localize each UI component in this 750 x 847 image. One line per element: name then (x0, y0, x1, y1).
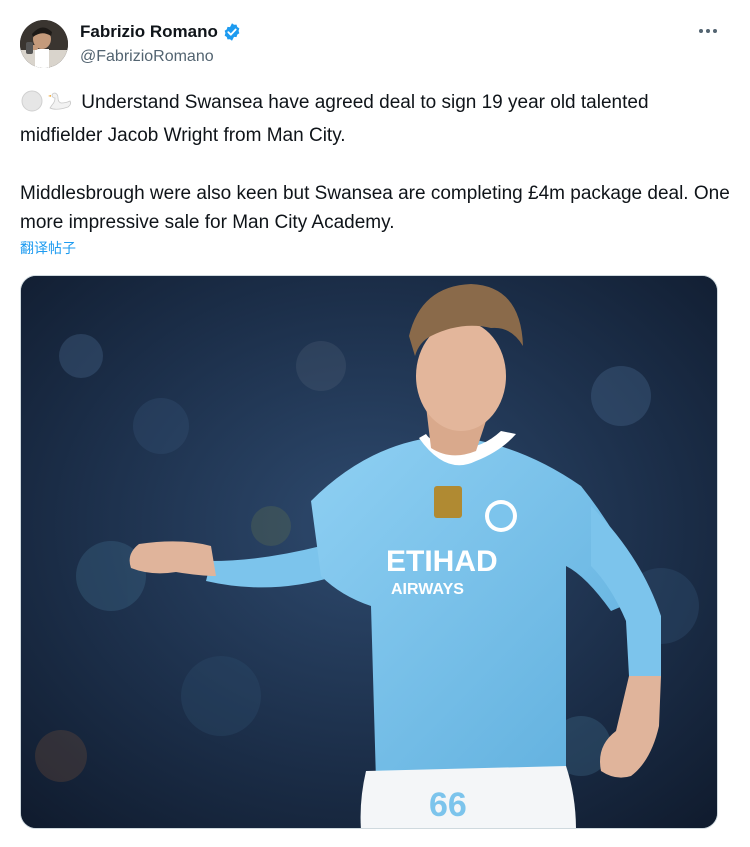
tweet-card: Fabrizio Romano @FabrizioRomano Understa… (0, 0, 750, 847)
shirt-sponsor-line1: ETIHAD (386, 545, 498, 578)
display-name[interactable]: Fabrizio Romano (80, 22, 218, 42)
translate-post-link[interactable]: 翻译帖子 (20, 238, 76, 258)
more-options-icon[interactable] (696, 22, 720, 40)
player-photo: ETIHAD AIRWAYS 66 (21, 276, 717, 828)
champions-badge-icon (434, 486, 462, 518)
tweet-photo[interactable]: ETIHAD AIRWAYS 66 (20, 275, 718, 829)
tweet-paragraph-1-text: Understand Swansea have agreed deal to s… (20, 92, 649, 146)
verified-badge-icon (222, 22, 242, 42)
swan-icon (46, 90, 74, 121)
avatar[interactable] (20, 20, 68, 68)
user-handle[interactable]: @FabrizioRomano (80, 48, 214, 66)
shirt-sponsor-line2: AIRWAYS (391, 581, 464, 598)
tweet-paragraph-2: Middlesbrough were also keen but Swansea… (20, 183, 730, 233)
white-circle-icon (20, 90, 44, 121)
tweet-text: Understand Swansea have agreed deal to s… (20, 88, 730, 237)
tweet-paragraph-1: Understand Swansea have agreed deal to s… (20, 88, 730, 150)
name-row: Fabrizio Romano (80, 22, 242, 42)
shirt-number: 66 (429, 786, 467, 824)
avatar-image (20, 20, 68, 68)
